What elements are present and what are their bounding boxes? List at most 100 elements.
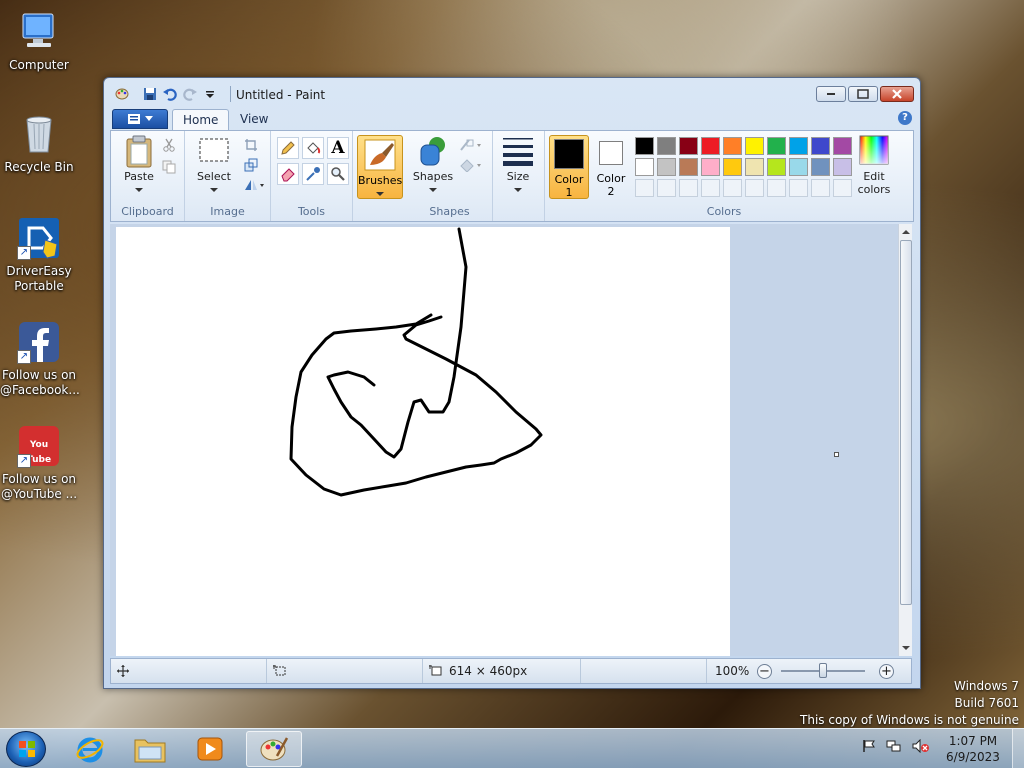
color-picker-button[interactable] (302, 163, 324, 185)
minimize-button[interactable] (816, 86, 846, 102)
palette-color-swatch[interactable] (745, 158, 764, 176)
palette-color-swatch[interactable] (833, 137, 852, 155)
pencil-button[interactable] (277, 137, 299, 159)
scroll-down-icon[interactable] (900, 643, 912, 653)
close-button[interactable] (880, 86, 914, 102)
taskbar-internet-explorer[interactable] (62, 731, 118, 767)
brushes-button[interactable]: Brushes (357, 135, 403, 199)
volume-muted-icon[interactable] (912, 739, 930, 753)
media-player-icon (197, 737, 223, 761)
zoom-in-button[interactable]: + (879, 664, 894, 679)
color1-button[interactable]: Color 1 (549, 135, 589, 199)
palette-color-swatch[interactable] (679, 158, 698, 176)
crop-button[interactable] (241, 135, 261, 155)
palette-color-swatch[interactable] (657, 158, 676, 176)
scrollbar-thumb[interactable] (900, 240, 912, 605)
palette-custom-swatch[interactable] (657, 179, 676, 197)
palette-color-swatch[interactable] (789, 158, 808, 176)
fill-shape-button[interactable] (457, 155, 485, 175)
edit-colors-button[interactable]: Edit colors (851, 135, 897, 196)
palette-color-swatch[interactable] (635, 137, 654, 155)
palette-color-swatch[interactable] (679, 137, 698, 155)
size-button[interactable]: Size (498, 135, 538, 196)
title-bar[interactable]: Untitled - Paint (104, 78, 920, 108)
canvas-size: 614 × 460px (423, 659, 581, 683)
scroll-up-icon[interactable] (900, 227, 912, 237)
desktop-icon-facebook[interactable]: ↗ Follow us on @Facebook... (0, 320, 80, 398)
palette-custom-swatch[interactable] (833, 179, 852, 197)
cut-button[interactable] (159, 135, 179, 155)
paste-button[interactable]: Paste (117, 135, 161, 196)
palette-custom-swatch[interactable] (635, 179, 654, 197)
palette-color-swatch[interactable] (723, 137, 742, 155)
shortcut-arrow-icon: ↗ (17, 246, 31, 260)
canvas-area (110, 224, 898, 656)
palette-color-swatch[interactable] (833, 158, 852, 176)
tab-home[interactable]: Home (172, 109, 230, 130)
help-icon[interactable]: ? (898, 111, 912, 125)
customize-qa-icon[interactable] (202, 86, 218, 102)
pencil-icon (281, 141, 295, 155)
palette-custom-swatch[interactable] (789, 179, 808, 197)
undo-icon[interactable] (162, 86, 178, 102)
line-size-icon (502, 135, 534, 167)
palette-color-swatch[interactable] (723, 158, 742, 176)
chevron-down-icon (210, 188, 218, 192)
taskbar-paint[interactable] (246, 731, 302, 767)
tab-view[interactable]: View (230, 109, 278, 130)
window-title: Untitled - Paint (236, 88, 326, 102)
palette-custom-swatch[interactable] (745, 179, 764, 197)
palette-color-swatch[interactable] (701, 137, 720, 155)
redo-icon[interactable] (182, 86, 198, 102)
canvas-resize-handle-right[interactable] (834, 452, 839, 457)
paint-menu-button[interactable] (112, 109, 168, 129)
shapes-button[interactable]: Shapes (411, 135, 455, 196)
color2-button[interactable]: Color 2 (591, 135, 631, 199)
desktop-icon-recycle-bin[interactable]: Recycle Bin (0, 112, 78, 175)
outline-button[interactable] (457, 135, 485, 155)
vertical-scrollbar[interactable] (898, 224, 912, 656)
action-center-flag-icon[interactable] (862, 739, 876, 753)
zoom-slider-thumb[interactable] (819, 663, 827, 678)
desktop-icon-youtube[interactable]: You Tube ↗ Follow us on @YouTube ... (0, 424, 78, 502)
palette-color-swatch[interactable] (811, 158, 830, 176)
show-desktop-button[interactable] (1012, 729, 1024, 768)
palette-custom-swatch[interactable] (723, 179, 742, 197)
outline-icon (460, 139, 481, 151)
system-clock[interactable]: 1:07 PM 6/9/2023 (940, 733, 1006, 765)
start-button[interactable] (6, 731, 46, 767)
palette-color-swatch[interactable] (789, 137, 808, 155)
rotate-button[interactable] (241, 175, 267, 195)
taskbar-media-player[interactable] (182, 731, 238, 767)
palette-color-swatch[interactable] (701, 158, 720, 176)
copy-button[interactable] (159, 157, 179, 177)
desktop-icon-drivereasy[interactable]: ↗ DriverEasy Portable (0, 216, 78, 294)
palette-color-swatch[interactable] (657, 137, 676, 155)
status-bar: 614 × 460px 100% − + (110, 658, 912, 684)
chevron-down-icon (145, 116, 153, 121)
palette-color-swatch[interactable] (635, 158, 654, 176)
paint-app-icon[interactable] (114, 86, 130, 102)
desktop-icon-computer[interactable]: Computer (0, 10, 78, 73)
palette-color-swatch[interactable] (745, 137, 764, 155)
palette-custom-swatch[interactable] (679, 179, 698, 197)
drawing-canvas[interactable] (116, 227, 730, 656)
taskbar-explorer[interactable] (122, 731, 178, 767)
select-button[interactable]: Select (191, 135, 237, 196)
tools-grid: A (277, 137, 349, 185)
fill-button[interactable] (302, 137, 324, 159)
save-icon[interactable] (142, 86, 158, 102)
resize-button[interactable] (241, 155, 261, 175)
network-icon[interactable] (886, 739, 902, 753)
maximize-button[interactable] (848, 86, 878, 102)
zoom-out-button[interactable]: − (757, 664, 772, 679)
eraser-button[interactable] (277, 163, 299, 185)
palette-custom-swatch[interactable] (811, 179, 830, 197)
palette-color-swatch[interactable] (811, 137, 830, 155)
palette-custom-swatch[interactable] (701, 179, 720, 197)
palette-color-swatch[interactable] (767, 158, 786, 176)
palette-color-swatch[interactable] (767, 137, 786, 155)
text-button[interactable]: A (327, 137, 349, 159)
palette-custom-swatch[interactable] (767, 179, 786, 197)
magnifier-button[interactable] (327, 163, 349, 185)
